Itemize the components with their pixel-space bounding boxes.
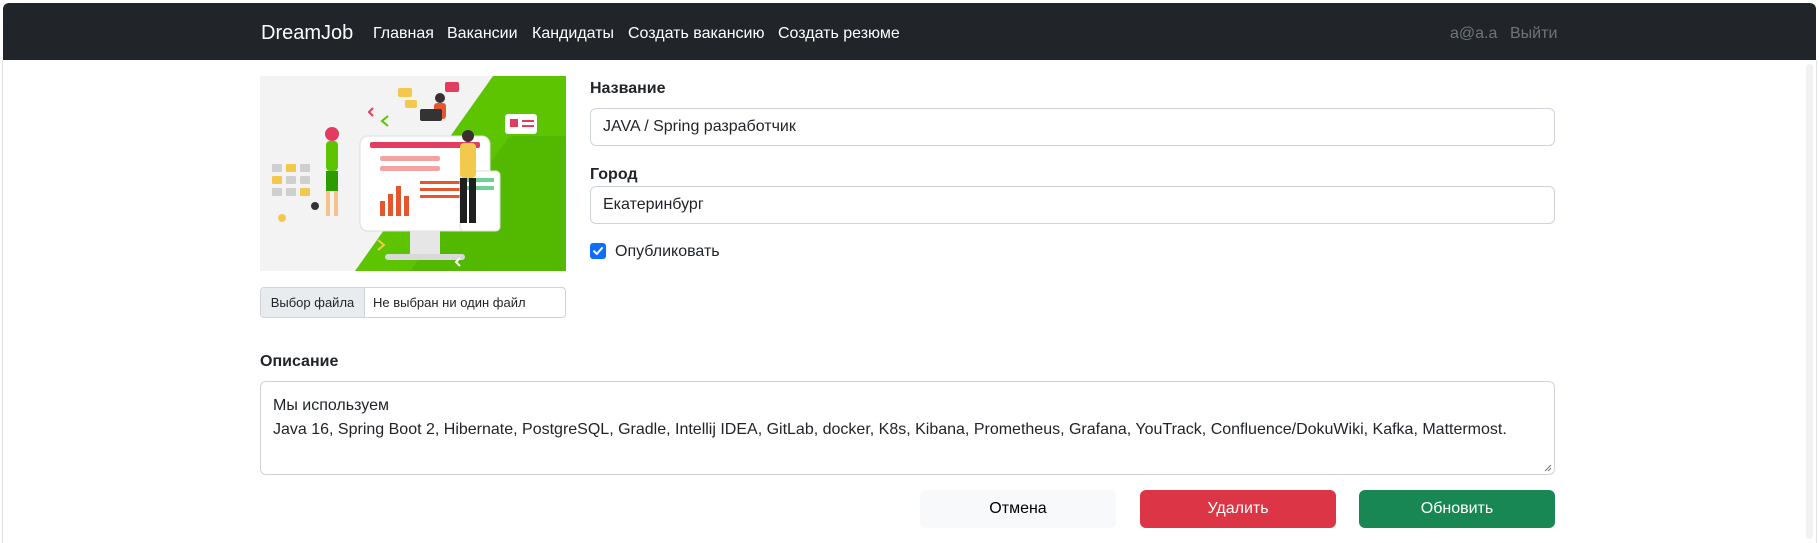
description-label: Описание: [260, 353, 339, 370]
checkmark-icon: [593, 247, 603, 255]
update-button[interactable]: Обновить: [1359, 490, 1555, 528]
city-input[interactable]: [590, 186, 1555, 224]
scrollbar-thumb[interactable]: [1806, 64, 1813, 539]
window-border-left: [2, 60, 3, 543]
cancel-button[interactable]: Отмена: [920, 490, 1116, 528]
nav-link-vacancies[interactable]: Вакансии: [447, 25, 518, 43]
delete-button[interactable]: Удалить: [1140, 490, 1336, 528]
file-status-text: Не выбран ни один файл: [373, 295, 526, 310]
nav-link-home[interactable]: Главная: [373, 25, 434, 43]
vacancy-photo: [260, 76, 566, 271]
publish-checkbox[interactable]: [590, 243, 606, 259]
window-border-right: [1816, 60, 1817, 543]
nav-link-create-vacancy[interactable]: Создать вакансию: [628, 25, 765, 43]
choose-file-button[interactable]: Выбор файла: [261, 288, 365, 317]
description-line: Мы используем: [273, 397, 389, 414]
photo-file-input[interactable]: Выбор файла Не выбран ни один файл: [260, 287, 566, 318]
title-label: Название: [590, 80, 666, 97]
city-label: Город: [590, 166, 638, 183]
brand-link[interactable]: DreamJob: [261, 22, 353, 45]
description-line: Java 16, Spring Boot 2, Hibernate, Postg…: [273, 421, 1507, 438]
title-input[interactable]: [590, 108, 1555, 146]
navbar: DreamJob Главная Вакансии Кандидаты Созд…: [3, 3, 1816, 60]
user-email-link[interactable]: a@a.a: [1450, 25, 1497, 43]
logout-link[interactable]: Выйти: [1510, 25, 1557, 43]
nav-link-create-resume[interactable]: Создать резюме: [778, 25, 900, 43]
description-textarea[interactable]: Мы используем Java 16, Spring Boot 2, Hi…: [260, 381, 1555, 475]
publish-label[interactable]: Опубликовать: [615, 243, 720, 261]
nav-link-candidates[interactable]: Кандидаты: [532, 25, 614, 43]
resize-grip-icon[interactable]: [1544, 464, 1552, 472]
